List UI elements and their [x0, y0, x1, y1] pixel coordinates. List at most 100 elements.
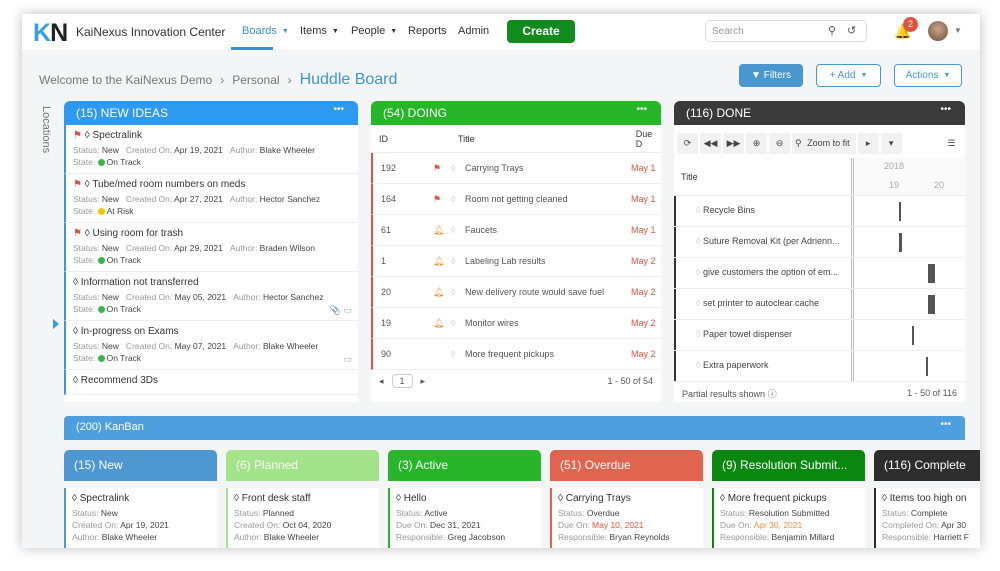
gantt-row[interactable]: ◊ Suture Removal Kit (per Adrienn...: [674, 227, 965, 258]
flag-icon: ⚑: [433, 193, 442, 204]
kanban-column-header[interactable]: (116) Complete: [874, 450, 980, 481]
idea-card[interactable]: ◊ Recommend 3Ds: [64, 370, 358, 395]
table-row[interactable]: 61 🔔︎ ◊ Faucets May 1: [371, 215, 661, 246]
kanban-column-header[interactable]: (6) Planned: [226, 450, 379, 481]
gantt-header: Title 2018 19 20: [674, 158, 965, 196]
play-icon[interactable]: ▸: [857, 133, 879, 154]
zoom-to-fit-button[interactable]: ⚲ Zoom to fit: [792, 133, 856, 154]
table-row[interactable]: 90 ◊ More frequent pickups May 2: [371, 339, 661, 370]
kanban-column-header[interactable]: (51) Overdue: [550, 450, 703, 481]
kanban-column: (9) Resolution Submit... ◊ More frequent …: [712, 450, 865, 548]
gantt-row[interactable]: ◊ Extra paperwork: [674, 351, 965, 382]
chevron-down-icon[interactable]: ▼: [954, 26, 962, 35]
kanban-card[interactable]: ◊ More frequent pickups Status: Resolutio…: [712, 488, 865, 548]
chevron-down-icon: ▼: [860, 72, 868, 79]
gantt-row[interactable]: ◊ Paper towel dispenser: [674, 320, 965, 351]
locations-sidebar-label[interactable]: Locations: [40, 106, 52, 153]
column-title[interactable]: Title: [458, 134, 636, 144]
state-dot: [97, 306, 105, 313]
nav-admin[interactable]: Admin: [458, 25, 489, 37]
kainexus-logo[interactable]: KN: [33, 19, 68, 48]
gantt-bar[interactable]: [926, 357, 929, 376]
more-icon[interactable]: •••: [636, 104, 647, 115]
gantt-bar[interactable]: [928, 295, 935, 314]
drop-icon: ◊: [696, 360, 701, 370]
kanban-column-header[interactable]: (9) Resolution Submit...: [712, 450, 865, 481]
refresh-icon[interactable]: ⟳: [677, 133, 698, 154]
fast-forward-icon[interactable]: ▶▶: [723, 133, 744, 154]
table-row[interactable]: 19 🔔︎ ◊ Monitor wires May 2: [371, 308, 661, 339]
attachment-folder-icon[interactable]: 📎 ▭: [330, 305, 352, 316]
gantt-bar[interactable]: [899, 233, 902, 252]
gantt-bar[interactable]: [911, 326, 914, 345]
more-icon[interactable]: •••: [940, 104, 951, 115]
more-icon[interactable]: •••: [333, 104, 344, 115]
kanban-card[interactable]: ◊ Items too high on Status: Complete Compl…: [874, 488, 980, 548]
column-id[interactable]: ID: [371, 134, 458, 144]
kanban-card[interactable]: ◊ Carrying Trays Status: Overdue Due On: M…: [550, 488, 703, 548]
next-page-icon[interactable]: ▸: [421, 376, 426, 386]
kanban-column-header[interactable]: (15) New: [64, 450, 217, 481]
table-row[interactable]: 1 🔔︎ ◊ Labeling Lab results May 2: [371, 246, 661, 277]
kanban-column-header[interactable]: (3) Active: [388, 450, 541, 481]
flag-icon: ⚑: [73, 179, 82, 190]
kanban-card[interactable]: ◊ Spectralink Status: New Created On: Apr …: [64, 488, 217, 548]
drop-icon: ◊: [696, 205, 701, 215]
idea-card[interactable]: ◊ Information not transferred Status: New…: [64, 272, 358, 321]
search-input[interactable]: Search ⚲ ↺: [705, 20, 867, 42]
table-row[interactable]: 20 🔔︎ ◊ New delivery route would save fuel M…: [371, 277, 661, 308]
prev-page-icon[interactable]: ◂: [379, 376, 384, 386]
zoom-in-icon[interactable]: ⊕: [746, 133, 767, 154]
breadcrumb-personal[interactable]: Personal: [232, 73, 279, 87]
filters-button[interactable]: ▼ Filters: [739, 64, 803, 87]
bell-icon: 🔔︎: [433, 224, 445, 235]
kanban-card[interactable]: ◊ Hello Status: Active Due On: Dec 31, 202…: [388, 488, 541, 548]
idea-card[interactable]: ⚑ ◊ Spectralink Status: New Created On: A…: [64, 125, 358, 174]
page-title: Huddle Board: [299, 71, 398, 88]
avatar[interactable]: [928, 21, 948, 41]
idea-card[interactable]: ⚑ ◊ Using room for trash Status: New Crea…: [64, 223, 358, 272]
more-icon[interactable]: •••: [940, 419, 951, 430]
search-icon[interactable]: ⚲: [828, 24, 836, 37]
gantt-row[interactable]: ◊ Recycle Bins: [674, 196, 965, 227]
drop-icon: ◊: [696, 267, 701, 277]
expand-sidebar-icon[interactable]: [53, 319, 59, 329]
info-icon[interactable]: ⓘ: [768, 389, 777, 399]
nav-people[interactable]: People ▼: [351, 25, 397, 37]
year-label: 2018: [884, 161, 905, 171]
panel-header: (54) DOING •••: [371, 101, 661, 125]
nav-reports[interactable]: Reports: [408, 25, 447, 37]
gantt-row[interactable]: ◊ give customers the option of em...: [674, 258, 965, 289]
state-dot: [97, 257, 105, 264]
drop-icon: ◊: [84, 228, 90, 239]
drop-icon: ◊: [72, 493, 77, 504]
table-row[interactable]: 192 ⚑ ◊ Carrying Trays May 1: [371, 153, 661, 184]
rewind-icon[interactable]: ◀◀: [700, 133, 721, 154]
kanban-card[interactable]: ◊ Front desk staff Status: Planned Created…: [226, 488, 379, 548]
chevron-down-icon[interactable]: ▾: [880, 133, 902, 154]
nav-items[interactable]: Items ▼: [300, 25, 339, 37]
idea-card[interactable]: ⚑ ◊ Tube/med room numbers on meds Status:…: [64, 174, 358, 223]
gantt-row[interactable]: ◊ set printer to autoclear cache: [674, 289, 965, 320]
table-row[interactable]: 164 ⚑ ◊ Room not getting cleaned May 1: [371, 184, 661, 215]
page-input[interactable]: 1: [391, 374, 413, 388]
drop-icon: ◊: [451, 225, 456, 235]
add-button[interactable]: + Add ▼: [816, 64, 881, 87]
actions-button[interactable]: Actions ▼: [894, 64, 962, 87]
idea-card[interactable]: ◊ In-progress on Exams Status: New Create…: [64, 321, 358, 370]
menu-icon[interactable]: ☰: [941, 133, 962, 154]
gantt-bar[interactable]: [928, 264, 935, 283]
chevron-right-icon: ›: [287, 73, 292, 87]
breadcrumb-home[interactable]: Welcome to the KaiNexus Demo: [39, 73, 212, 87]
zoom-out-icon[interactable]: ⊖: [769, 133, 790, 154]
kanban-column: (15) New ◊ Spectralink Status: New Created …: [64, 450, 217, 548]
folder-icon[interactable]: ▭: [343, 354, 352, 365]
nav-boards[interactable]: Boards ▼: [242, 25, 289, 37]
history-icon[interactable]: ↺: [847, 24, 856, 37]
gantt-bar[interactable]: [898, 202, 901, 221]
plus-icon: +: [829, 70, 838, 82]
column-due[interactable]: Due D: [636, 129, 661, 149]
drop-icon: ◊: [451, 287, 456, 297]
kanban-column: (116) Complete ◊ Items too high on Status:…: [874, 450, 980, 548]
create-button[interactable]: Create: [507, 20, 575, 43]
